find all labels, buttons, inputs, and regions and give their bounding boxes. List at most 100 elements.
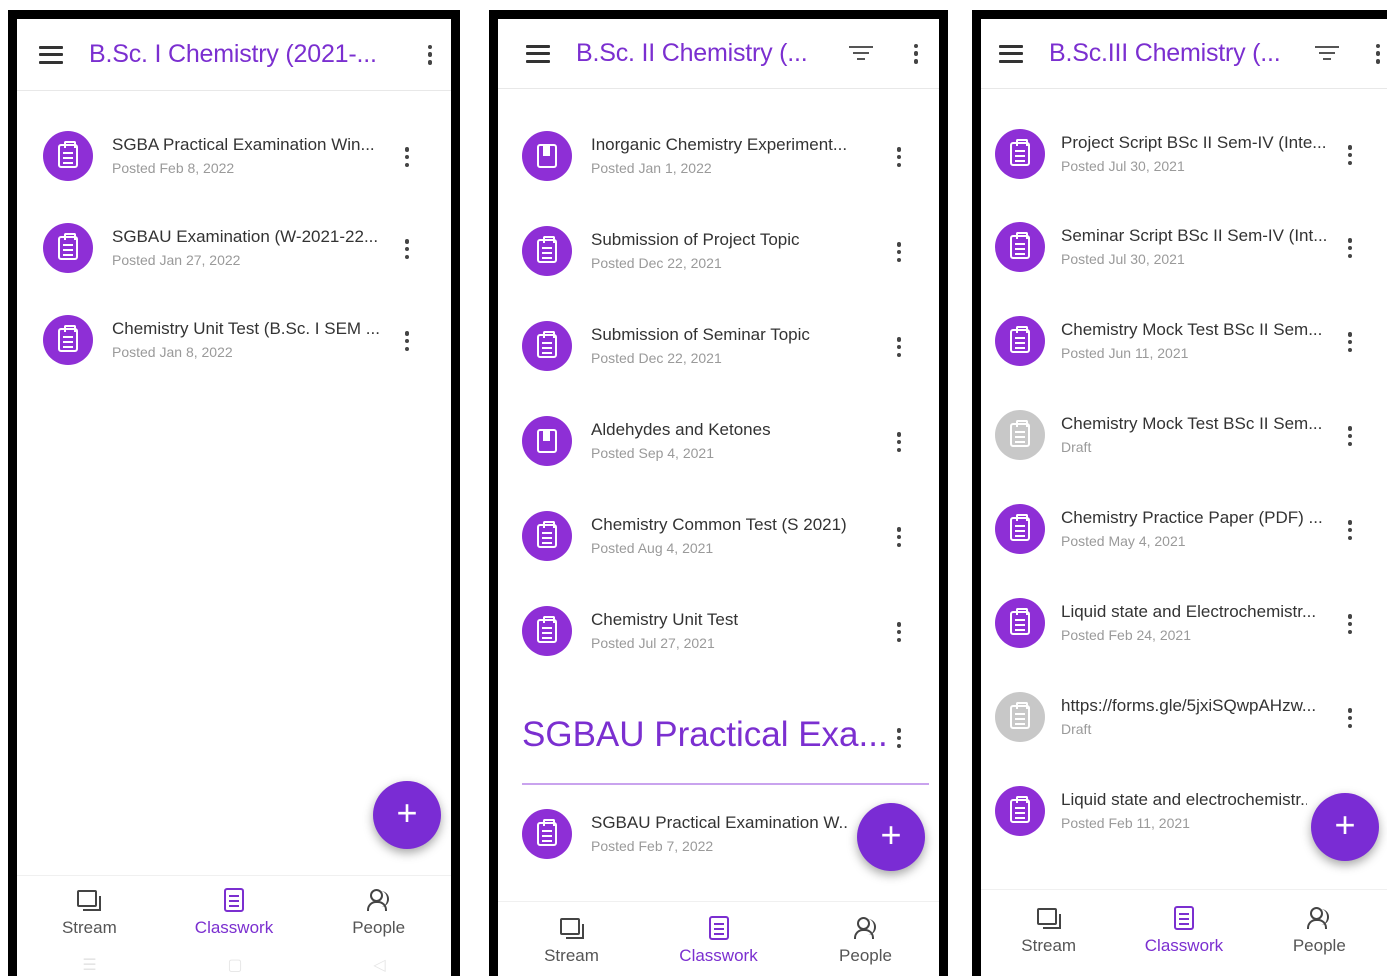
item-more-icon[interactable] [404,331,410,351]
tab-stream[interactable]: Stream [17,888,162,963]
menu-icon[interactable] [999,44,1023,63]
list-item[interactable]: Seminar Script BSc II Sem-IV (Int... Post… [981,210,1387,290]
item-title: SGBAU Examination (W-2021-22... [112,227,379,246]
material-icon [522,131,572,181]
list-item[interactable]: Chemistry Common Test (S 2021) Posted Aug… [498,499,939,579]
item-more-icon[interactable] [1347,145,1353,165]
assignment-icon [995,504,1045,554]
back-icon[interactable]: ◁ [373,955,385,975]
item-more-icon[interactable] [1347,520,1353,540]
item-more-icon[interactable] [896,432,902,452]
item-title: Seminar Script BSc II Sem-IV (Int... [1061,226,1328,245]
list-item[interactable]: Project Script BSc II Sem-IV (Inte... Pos… [981,117,1387,197]
item-date: Posted Feb 24, 2021 [1061,627,1191,643]
item-title: Chemistry Practice Paper (PDF) ... [1061,508,1323,527]
assignment-icon [522,809,572,859]
more-options-icon[interactable] [913,43,919,64]
menu-icon[interactable] [39,45,63,64]
item-more-icon[interactable] [404,147,410,167]
list-item[interactable]: https://forms.gle/5jxiSQwpAHzw... Draft [981,680,1387,760]
item-title: Chemistry Unit Test [591,610,739,629]
assignment-icon [522,321,572,371]
recents-icon[interactable]: ☰ [82,955,96,975]
phone-screen-bsc1: B.Sc. I Chemistry (2021-... SGBA Practic… [8,10,460,976]
list-item[interactable]: Chemistry Mock Test BSc II Sem... Posted … [981,304,1387,384]
list-item[interactable]: Chemistry Unit Test (B.Sc. I SEM ... Post… [17,303,451,383]
bottom-navigation: Stream Classwork People [981,889,1387,976]
create-fab-button[interactable]: + [857,803,925,871]
menu-icon[interactable] [526,44,550,63]
assignment-icon [522,606,572,656]
list-item[interactable]: Aldehydes and Ketones Posted Sep 4, 2021 [498,404,939,484]
assignment-icon [995,598,1045,648]
item-title: SGBAU Practical Examination W... [591,813,849,832]
more-options-icon[interactable] [1375,43,1381,64]
people-icon [366,888,391,912]
item-date: Posted Jul 30, 2021 [1061,251,1185,267]
item-title: Liquid state and Electrochemistr... [1061,602,1317,621]
topic-more-icon[interactable] [896,728,902,748]
assignment-icon [995,222,1045,272]
list-item[interactable]: Chemistry Unit Test Posted Jul 27, 2021 [498,594,939,674]
assignment-icon [995,316,1045,366]
list-item[interactable]: SGBAU Examination (W-2021-22... Posted Ja… [17,211,451,291]
item-title: Aldehydes and Ketones [591,420,771,439]
list-item[interactable]: Submission of Seminar Topic Posted Dec 22… [498,309,939,389]
tab-classwork[interactable]: Classwork [1116,906,1251,976]
create-fab-button[interactable]: + [1311,793,1379,861]
draft-assignment-icon [995,692,1045,742]
item-date: Posted Jul 30, 2021 [1061,158,1185,174]
item-more-icon[interactable] [896,242,902,262]
list-item[interactable]: Chemistry Mock Test BSc II Sem... Draft [981,398,1387,478]
item-title: SGBA Practical Examination Win... [112,135,375,154]
item-title: Submission of Project Topic [591,230,800,249]
tab-people[interactable]: People [1252,906,1387,976]
item-more-icon[interactable] [1347,238,1353,258]
tab-people[interactable]: People [306,888,451,963]
tab-classwork[interactable]: Classwork [162,888,307,963]
class-title: B.Sc.III Chemistry (... [1049,39,1281,67]
item-more-icon[interactable] [1347,426,1353,446]
app-bar: B.Sc. I Chemistry (2021-... [17,19,451,91]
more-options-icon[interactable] [427,44,433,65]
assignment-icon [43,131,93,181]
tab-stream[interactable]: Stream [498,916,645,976]
tab-classwork[interactable]: Classwork [645,916,792,976]
phone-screen-bsc2: B.Sc. II Chemistry (... Inorganic Chemis… [489,10,948,976]
item-more-icon[interactable] [896,527,902,547]
tab-people[interactable]: People [792,916,939,976]
item-more-icon[interactable] [896,147,902,167]
list-item[interactable]: Liquid state and Electrochemistr... Poste… [981,586,1387,666]
item-title: Submission of Seminar Topic [591,325,810,344]
item-more-icon[interactable] [1347,614,1353,634]
list-item[interactable]: Submission of Project Topic Posted Dec 22… [498,214,939,294]
item-title: Chemistry Mock Test BSc II Sem... [1061,414,1323,433]
filter-icon[interactable] [849,45,873,62]
system-navigation-bar: ☰ ▢ ◁ [17,954,451,976]
item-more-icon[interactable] [896,337,902,357]
item-more-icon[interactable] [1347,708,1353,728]
item-date: Posted May 4, 2021 [1061,533,1186,549]
home-icon[interactable]: ▢ [227,955,242,975]
tab-stream[interactable]: Stream [981,906,1116,976]
assignment-icon [43,223,93,273]
topic-divider [522,783,929,785]
item-more-icon[interactable] [404,239,410,259]
list-item[interactable]: Inorganic Chemistry Experiment... Posted … [498,119,939,199]
assignment-icon [522,226,572,276]
class-title: B.Sc. II Chemistry (... [576,39,808,67]
item-more-icon[interactable] [1347,332,1353,352]
item-date: Posted Dec 22, 2021 [591,255,722,271]
phone-screen-bsc3: B.Sc.III Chemistry (... Project Script B… [972,10,1387,976]
list-item[interactable]: Chemistry Practice Paper (PDF) ... Posted… [981,492,1387,572]
classwork-icon [224,888,244,912]
bottom-navigation: Stream Classwork People [498,901,939,976]
item-date: Posted Jan 1, 2022 [591,160,712,176]
item-more-icon[interactable] [896,622,902,642]
item-title: https://forms.gle/5jxiSQwpAHzw... [1061,696,1317,715]
create-fab-button[interactable]: + [373,781,441,849]
item-date: Posted Feb 11, 2021 [1061,815,1190,831]
assignment-icon [995,129,1045,179]
list-item[interactable]: SGBA Practical Examination Win... Posted … [17,119,451,199]
filter-icon[interactable] [1315,45,1339,62]
